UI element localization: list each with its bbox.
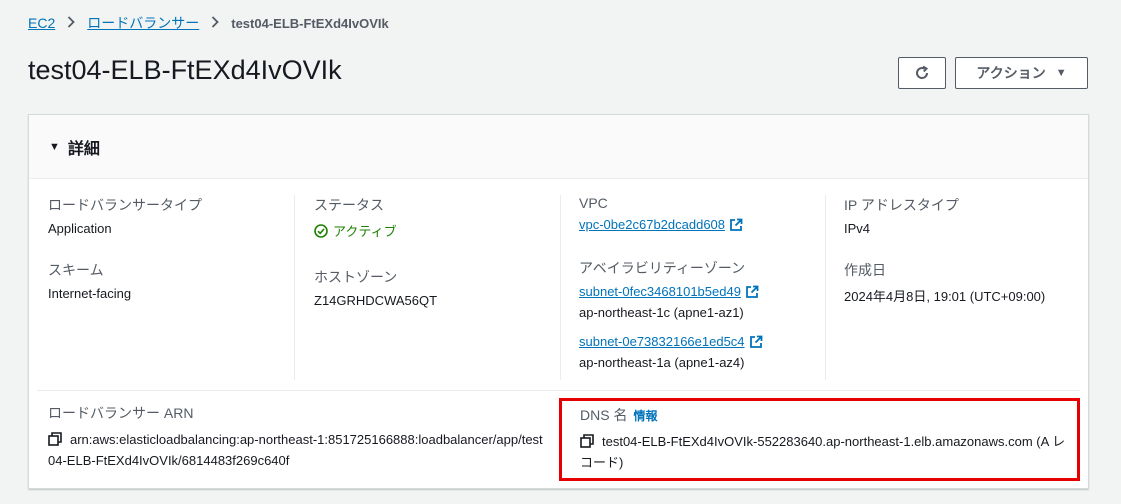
subnet-1-az: ap-northeast-1c (apne1-az1) — [579, 305, 744, 320]
column-divider — [825, 195, 826, 380]
column-divider — [294, 195, 295, 380]
refresh-button[interactable] — [898, 57, 946, 89]
external-link-icon — [749, 335, 762, 348]
lb-type-label: ロードバランサータイプ — [48, 197, 202, 213]
column-type: ロードバランサータイプ Application スキーム Internet-fa… — [48, 195, 288, 301]
hosted-zone-label: ホストゾーン — [314, 268, 398, 285]
subnet-link-2[interactable]: subnet-0e73832166e1ed5c4 — [579, 334, 763, 349]
column-network: VPC vpc-0be2c67b2dcadd608 アベイラビリティーゾーン s… — [579, 195, 819, 370]
caret-down-icon: ▼ — [1055, 67, 1067, 79]
status-badge: アクティブ — [314, 221, 397, 240]
copy-icon[interactable] — [580, 434, 594, 448]
breadcrumb-ec2[interactable]: EC2 — [28, 15, 55, 31]
refresh-icon — [916, 65, 929, 79]
subnet-2-value: subnet-0e73832166e1ed5c4 — [579, 334, 745, 349]
dns-value: test04-ELB-FtEXd4IvOVIk-552283640.ap-nor… — [580, 434, 1066, 470]
ip-type-value: IPv4 — [844, 221, 871, 236]
created-value: 2024年4月8日, 19:01 (UTC+09:00) — [844, 289, 1046, 304]
dns-field: DNS 名情報 test04-ELB-FtEXd4IvOVIk-55228364… — [580, 405, 1071, 473]
external-link-icon — [746, 285, 759, 298]
breadcrumb-load-balancers[interactable]: ロードバランサー — [87, 13, 199, 33]
arn-field: ロードバランサー ARN arn:aws:elasticloadbalancin… — [48, 403, 548, 471]
section-divider — [37, 390, 1080, 391]
caret-down-icon: ▼ — [49, 140, 60, 153]
dns-label-row: DNS 名情報 — [580, 405, 1071, 425]
actions-button[interactable]: アクション ▼ — [955, 57, 1088, 89]
ip-type-label: IP アドレスタイプ — [844, 197, 959, 213]
column-ip: IP アドレスタイプ IPv4 作成日 2024年4月8日, 19:01 (UT… — [844, 195, 1084, 305]
chevron-right-icon — [211, 15, 220, 31]
dns-highlight-box: DNS 名情報 test04-ELB-FtEXd4IvOVIk-55228364… — [559, 398, 1080, 481]
scheme-label: スキーム — [48, 262, 104, 278]
details-panel: ▼ 詳細 ロードバランサータイプ Application スキーム Intern… — [28, 114, 1089, 489]
external-link-icon — [730, 218, 743, 231]
created-label: 作成日 — [844, 262, 886, 278]
hosted-zone-value: Z14GRHDCWA56QT — [314, 292, 438, 308]
subnet-2-az: ap-northeast-1a (apne1-az4) — [579, 355, 745, 370]
subnet-link-1[interactable]: subnet-0fec3468101b5ed49 — [579, 284, 759, 299]
column-status: ステータス アクティブ ホストゾーン Z14GRHDCWA56QT — [314, 195, 554, 308]
check-circle-icon — [314, 223, 328, 238]
details-title: 詳細 — [67, 140, 100, 158]
actions-label: アクション — [976, 65, 1046, 81]
lb-type-value: Application — [48, 221, 112, 236]
az-label: アベイラビリティーゾーン — [579, 260, 746, 276]
arn-label: ロードバランサー ARN — [48, 405, 194, 421]
chevron-right-icon — [67, 15, 76, 31]
column-divider — [560, 195, 561, 380]
breadcrumb: EC2 ロードバランサー test04-ELB-FtEXd4IvOVIk — [28, 13, 389, 33]
arn-row: arn:aws:elasticloadbalancing:ap-northeas… — [48, 429, 548, 471]
page-title: test04-ELB-FtEXd4IvOVIk — [28, 55, 342, 85]
details-header[interactable]: ▼ 詳細 — [29, 115, 1088, 179]
copy-icon[interactable] — [48, 432, 62, 446]
status-label: ステータス — [314, 197, 384, 213]
scheme-value: Internet-facing — [48, 286, 132, 301]
vpc-link[interactable]: vpc-0be2c67b2dcadd608 — [579, 217, 743, 232]
arn-value: arn:aws:elasticloadbalancing:ap-northeas… — [48, 432, 543, 468]
dns-label: DNS 名 — [580, 407, 628, 423]
subnet-1-value: subnet-0fec3468101b5ed49 — [579, 284, 741, 299]
dns-row: test04-ELB-FtEXd4IvOVIk-552283640.ap-nor… — [580, 431, 1071, 473]
vpc-label: VPC — [579, 195, 608, 211]
status-value: アクティブ — [333, 224, 397, 239]
breadcrumb-current: test04-ELB-FtEXd4IvOVIk — [231, 15, 389, 31]
dns-info-link[interactable]: 情報 — [633, 409, 657, 423]
vpc-value: vpc-0be2c67b2dcadd608 — [579, 217, 726, 232]
